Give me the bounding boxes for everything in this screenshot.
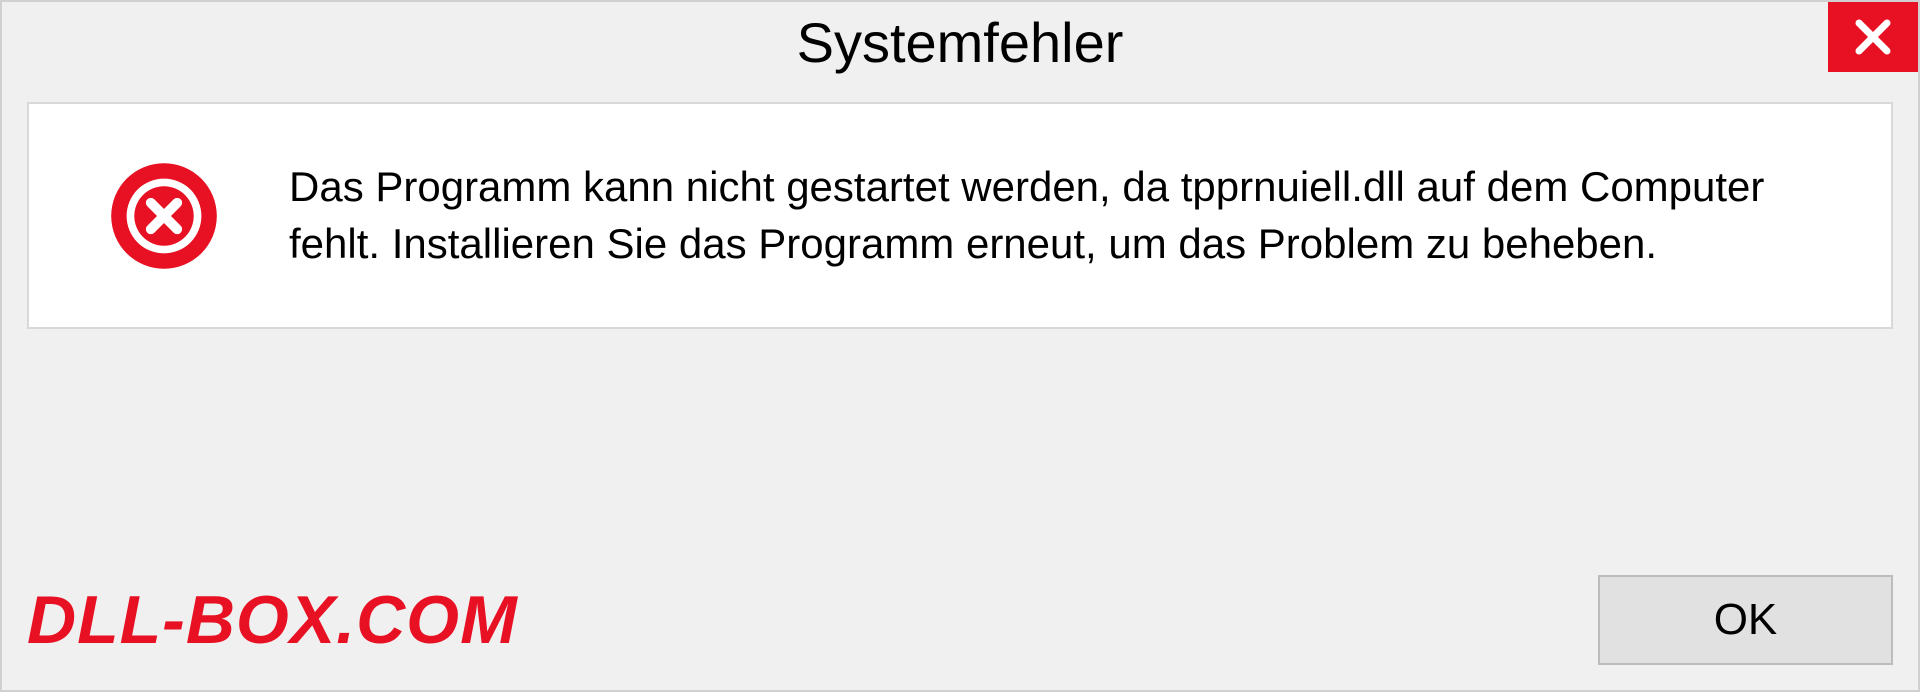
error-icon — [109, 161, 219, 271]
ok-button[interactable]: OK — [1598, 575, 1893, 665]
titlebar: Systemfehler — [2, 2, 1918, 82]
error-dialog: Systemfehler Das Programm kann nicht ges… — [0, 0, 1920, 692]
watermark-text: DLL-BOX.COM — [27, 581, 518, 659]
error-message: Das Programm kann nicht gestartet werden… — [289, 159, 1831, 272]
close-icon — [1852, 16, 1894, 58]
close-button[interactable] — [1828, 2, 1918, 72]
footer: DLL-BOX.COM OK — [27, 575, 1893, 665]
dialog-title: Systemfehler — [2, 10, 1918, 75]
content-panel: Das Programm kann nicht gestartet werden… — [27, 102, 1893, 329]
